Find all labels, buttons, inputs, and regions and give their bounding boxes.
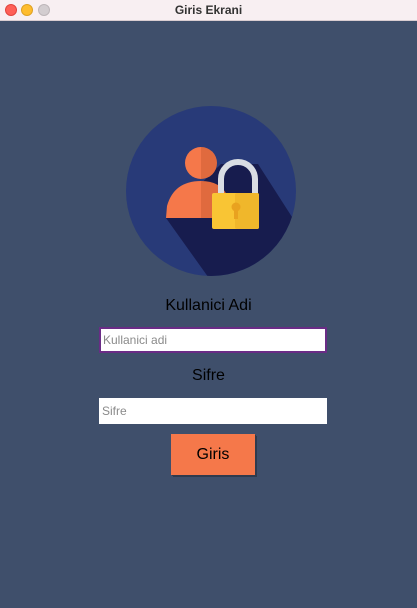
username-label: Kullanici Adi [165, 297, 252, 314]
login-button[interactable]: Giris [171, 434, 255, 475]
user-lock-icon [126, 106, 296, 276]
username-input[interactable] [99, 327, 327, 353]
title-bar: Giris Ekrani [0, 0, 417, 21]
login-window: Giris Ekrani Kullanici Adi Sifre Giris [0, 0, 417, 608]
window-title: Giris Ekrani [174, 3, 243, 17]
password-input[interactable] [99, 398, 327, 424]
password-label: Sifre [192, 367, 225, 384]
